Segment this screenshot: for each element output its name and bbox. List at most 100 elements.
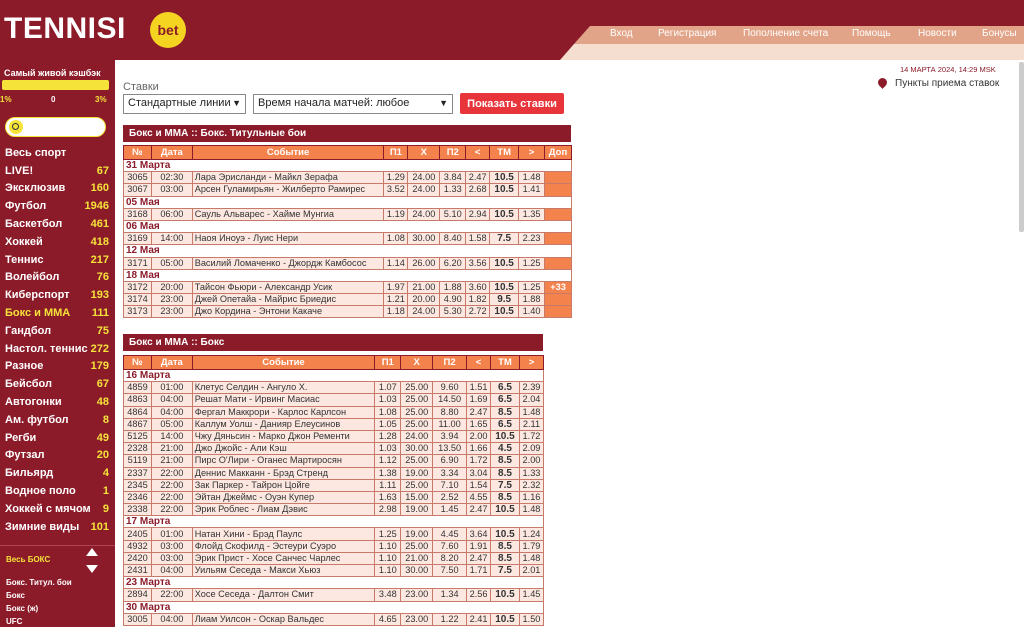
nav-deposit[interactable]: Пополнение счета (743, 28, 828, 39)
odds-cell[interactable]: 3.56 (465, 256, 491, 270)
odds-cell[interactable]: 1.25 (518, 280, 546, 295)
odds-cell[interactable]: 21.00 (407, 280, 441, 295)
odds-cell[interactable]: 8.20 (432, 551, 468, 566)
event-name[interactable]: Решат Мати - Ирвинг Масиас (191, 393, 376, 407)
odds-cell[interactable]: 1.19 (383, 207, 409, 221)
odds-cell[interactable]: 1.45 (432, 503, 468, 517)
odds-cell[interactable]: 25.00 (400, 454, 434, 468)
event-name[interactable]: Деннис Макканн - Брэд Стренд (191, 466, 376, 480)
odds-cell[interactable]: 1.66 (466, 442, 492, 456)
start-time-select[interactable]: Время начала матчей: любое ▼ (253, 94, 453, 114)
odds-cell[interactable]: 9.60 (432, 381, 468, 395)
nav-register[interactable]: Регистрация (658, 28, 716, 39)
sub-all-boxing[interactable]: Весь БОКС (6, 555, 50, 564)
scroll-up-icon[interactable] (86, 548, 98, 556)
odds-cell[interactable]: 5.30 (439, 305, 467, 319)
sidebar-item-sport[interactable]: Волейбол 76 (0, 269, 115, 287)
odds-cell[interactable]: 1.05 (374, 417, 402, 431)
odds-cell[interactable]: 23.00 (400, 588, 434, 602)
odds-cell[interactable]: 8.40 (439, 232, 467, 246)
odds-cell[interactable]: 1.03 (374, 442, 402, 456)
odds-cell[interactable]: 1.08 (374, 405, 402, 419)
odds-cell[interactable]: 1.65 (466, 417, 492, 431)
sidebar-item-sport[interactable]: Хоккей 418 (0, 233, 115, 251)
more-markets-cell[interactable] (544, 293, 572, 307)
search-input[interactable] (5, 117, 106, 137)
odds-cell[interactable]: 1.33 (518, 466, 545, 480)
scroll-down-icon[interactable] (86, 565, 98, 573)
odds-cell[interactable]: 3.94 (432, 429, 468, 444)
event-name[interactable]: Лиам Уилсон - Оскар Вальдес (191, 612, 376, 626)
event-name[interactable]: Арсен Гуламирьян - Жилберто Рамирес (191, 183, 385, 197)
odds-cell[interactable]: 1.10 (374, 563, 402, 578)
odds-cell[interactable]: 4.45 (432, 527, 468, 541)
more-markets-cell[interactable] (544, 256, 572, 270)
odds-cell[interactable]: 5.10 (439, 207, 467, 221)
odds-cell[interactable]: 1.25 (374, 527, 402, 541)
odds-cell[interactable]: 1.54 (466, 478, 492, 492)
odds-cell[interactable]: 2.41 (466, 612, 492, 626)
odds-cell[interactable]: 1.12 (374, 454, 402, 468)
odds-cell[interactable]: 1.11 (374, 478, 402, 492)
odds-cell[interactable]: 2.39 (518, 381, 545, 395)
nav-news[interactable]: Новости (918, 28, 957, 39)
odds-cell[interactable]: 2.47 (465, 171, 491, 185)
sidebar-item-sport[interactable]: Хоккей с мячом 9 (0, 500, 115, 518)
sub-category-item[interactable]: UFC (6, 615, 72, 627)
event-name[interactable]: Чжу Дяньсин - Марко Джон Ременти (191, 429, 376, 444)
odds-cell[interactable]: 2.09 (518, 442, 545, 456)
odds-cell[interactable]: 1.48 (518, 503, 545, 517)
sidebar-item-sport[interactable]: Ам. футбол 8 (0, 411, 115, 429)
more-markets-cell[interactable] (544, 207, 572, 221)
odds-cell[interactable]: 1.72 (466, 454, 492, 468)
odds-cell[interactable]: 1.63 (374, 490, 402, 505)
odds-cell[interactable]: 1.48 (518, 551, 545, 566)
odds-cell[interactable]: 2.72 (465, 305, 491, 319)
odds-cell[interactable]: 7.60 (432, 539, 468, 553)
odds-cell[interactable]: 1.25 (518, 256, 546, 270)
sidebar-item-sport[interactable]: Гандбол 75 (0, 322, 115, 340)
odds-cell[interactable]: 3.48 (374, 588, 402, 602)
event-name[interactable]: Сауль Альварес - Хайме Мунгиа (191, 207, 385, 221)
odds-cell[interactable]: 2.47 (466, 551, 492, 566)
odds-cell[interactable]: 7.10 (432, 478, 468, 492)
odds-cell[interactable]: 1.69 (466, 393, 492, 407)
nav-login[interactable]: Вход (610, 28, 633, 39)
odds-cell[interactable]: 1.88 (518, 293, 546, 307)
event-name[interactable]: Джо Кордина - Энтони Какаче (191, 305, 385, 319)
odds-cell[interactable]: 3.84 (439, 171, 467, 185)
sidebar-item-sport[interactable]: Весь спорт (0, 144, 115, 162)
sidebar-item-sport[interactable]: Бокс и ММА 111 (0, 304, 115, 322)
sidebar-item-sport[interactable]: Автогонки 48 (0, 393, 115, 411)
odds-cell[interactable]: 1.48 (518, 405, 545, 419)
odds-cell[interactable]: 30.00 (400, 442, 434, 456)
odds-cell[interactable]: 1.10 (374, 551, 402, 566)
sub-category-item[interactable]: Бокс. Титул. бои (6, 576, 72, 589)
odds-cell[interactable]: 24.00 (400, 429, 434, 444)
site-logo[interactable]: TENNISI (4, 12, 126, 46)
sidebar-item-sport[interactable]: Бильярд 4 (0, 464, 115, 482)
odds-cell[interactable]: 8.80 (432, 405, 468, 419)
event-name[interactable]: Эрик Роблес - Лиам Дэвис (191, 503, 376, 517)
odds-cell[interactable]: 2.04 (518, 393, 545, 407)
sidebar-item-sport[interactable]: Футбол 1946 (0, 197, 115, 215)
sub-category-item[interactable]: Бокс (6, 589, 72, 602)
nav-help[interactable]: Помощь (852, 28, 891, 39)
more-markets-cell[interactable] (544, 232, 572, 246)
more-markets-cell[interactable] (544, 305, 572, 319)
event-name[interactable]: Клетус Селдин - Ангуло Х. (191, 381, 376, 395)
event-name[interactable]: Наоя Иноуэ - Луис Нери (191, 232, 385, 246)
odds-cell[interactable]: 20.00 (407, 293, 441, 307)
event-name[interactable]: Джей Опетайа - Майрис Бриедис (191, 293, 385, 307)
odds-cell[interactable]: 3.64 (466, 527, 492, 541)
odds-cell[interactable]: 2.11 (518, 417, 545, 431)
event-name[interactable]: Каллум Уолш - Данияр Елеусинов (191, 417, 376, 431)
odds-cell[interactable]: 1.29 (383, 171, 409, 185)
odds-cell[interactable]: 4.55 (466, 490, 492, 505)
odds-cell[interactable]: 1.18 (383, 305, 409, 319)
event-name[interactable]: Василий Ломаченко - Джордж Камбосос (191, 256, 385, 270)
odds-cell[interactable]: 1.51 (466, 381, 492, 395)
sidebar-item-sport[interactable]: Водное поло 1 (0, 482, 115, 500)
event-name[interactable]: Тайсон Фьюри - Александр Усик (191, 280, 385, 295)
event-name[interactable]: Фергал Маккрори - Карлос Карлсон (191, 405, 376, 419)
